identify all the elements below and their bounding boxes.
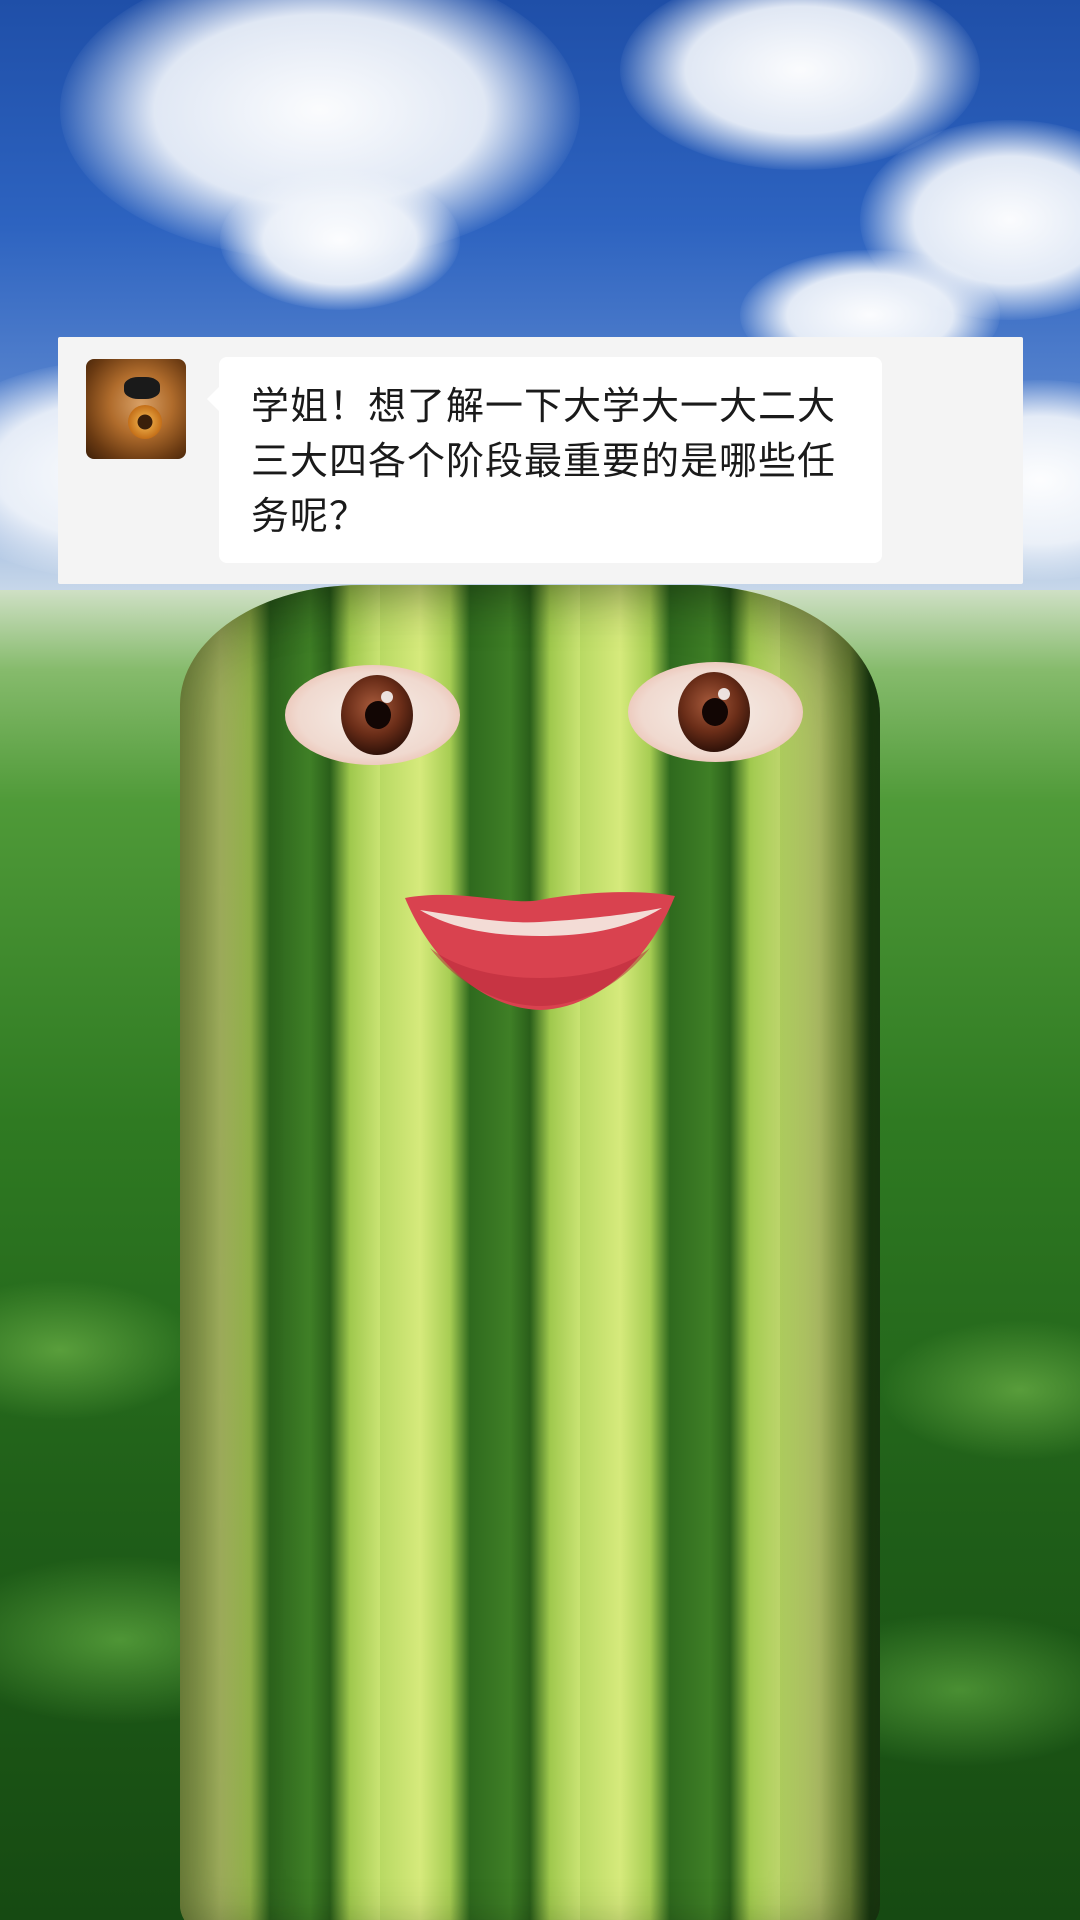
comment-text: 学姐！想了解一下大学大一大二大三大四各个阶段最重要的是哪些任务呢？ [251,384,837,538]
watermelon-character [180,585,880,1920]
video-frame: 学姐！想了解一下大学大一大二大三大四各个阶段最重要的是哪些任务呢？ [0,0,1080,1920]
user-avatar[interactable] [86,359,186,459]
mouth [405,892,675,1010]
flower-icon [128,405,162,439]
cloud [220,170,460,310]
comment-card: 学姐！想了解一下大学大一大二大三大四各个阶段最重要的是哪些任务呢？ [58,337,1023,584]
left-eye [285,665,460,765]
right-eye [628,662,803,762]
comment-bubble: 学姐！想了解一下大学大一大二大三大四各个阶段最重要的是哪些任务呢？ [207,357,882,563]
